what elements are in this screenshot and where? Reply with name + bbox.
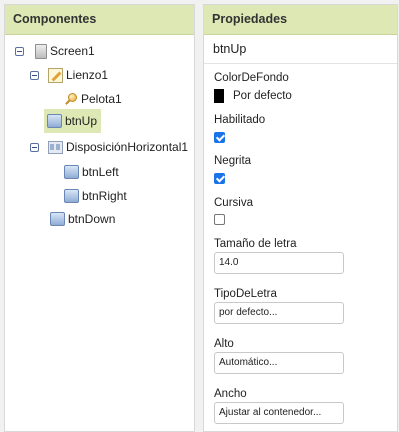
tree-item-btndown[interactable]: btnDown [50,209,115,229]
components-header: Componentes [5,5,194,35]
enabled-checkbox[interactable] [214,132,225,143]
width-select[interactable]: Ajustar al contenedor... [214,402,344,424]
tree-item-label: Lienzo1 [66,68,109,82]
bg-color-label: ColorDeFondo [214,72,289,84]
tree-item-label: Pelota1 [81,92,122,106]
ball-sprite-icon [64,92,78,106]
color-swatch [214,89,224,103]
canvas-icon [48,67,63,83]
tree-item-label: Screen1 [50,44,95,58]
bg-color-value: Por defecto [233,90,292,102]
collapse-toggle-icon[interactable] [15,46,24,56]
collapse-toggle-icon[interactable] [30,142,39,152]
tree-item-label: btnDown [68,212,116,226]
tree-item-label: btnRight [82,189,127,203]
tree-item-screen1[interactable]: Screen1 [15,41,95,61]
tree-item-disposicion-horizontal1[interactable]: DisposiciónHorizontal1 [30,137,188,157]
tree-item-btnright[interactable]: btnRight [64,186,127,206]
bold-label: Negrita [214,155,252,167]
italic-label: Cursiva [214,197,253,209]
tree-item-label: btnUp [65,114,98,128]
italic-checkbox[interactable] [214,214,225,225]
button-icon [64,165,79,179]
horizontal-arrangement-icon [48,140,63,154]
tree-item-label: btnLeft [82,165,119,179]
tree-item-btnleft[interactable]: btnLeft [64,162,119,182]
bg-color-picker[interactable]: Por defecto [214,89,292,103]
button-icon [50,212,65,226]
font-size-label: Tamaño de letra [214,238,297,250]
font-size-input[interactable]: 14.0 [214,252,344,274]
tree-item-lienzo1[interactable]: Lienzo1 [30,65,108,85]
height-select[interactable]: Automático... [214,352,344,374]
width-label: Ancho [214,388,247,400]
properties-header: Propiedades [204,5,397,35]
properties-panel: Propiedades btnUp ColorDeFondo Por defec… [203,4,398,432]
components-panel: Componentes Screen1 Lienzo1 Pelota1 btnU… [4,4,195,432]
height-label: Alto [214,338,234,350]
tree-item-label: DisposiciónHorizontal1 [66,140,189,154]
collapse-toggle-icon[interactable] [30,70,39,80]
button-icon [64,189,79,203]
enabled-label: Habilitado [214,114,266,126]
tree-item-pelota1[interactable]: Pelota1 [64,89,122,109]
screen-icon [35,43,47,59]
selected-component-name: btnUp [204,35,397,64]
typeface-label: TipoDeLetra [214,288,277,300]
bold-checkbox[interactable] [214,173,225,184]
button-icon [47,114,62,128]
tree-item-btnup[interactable]: btnUp [44,109,102,133]
typeface-select[interactable]: por defecto... [214,302,344,324]
